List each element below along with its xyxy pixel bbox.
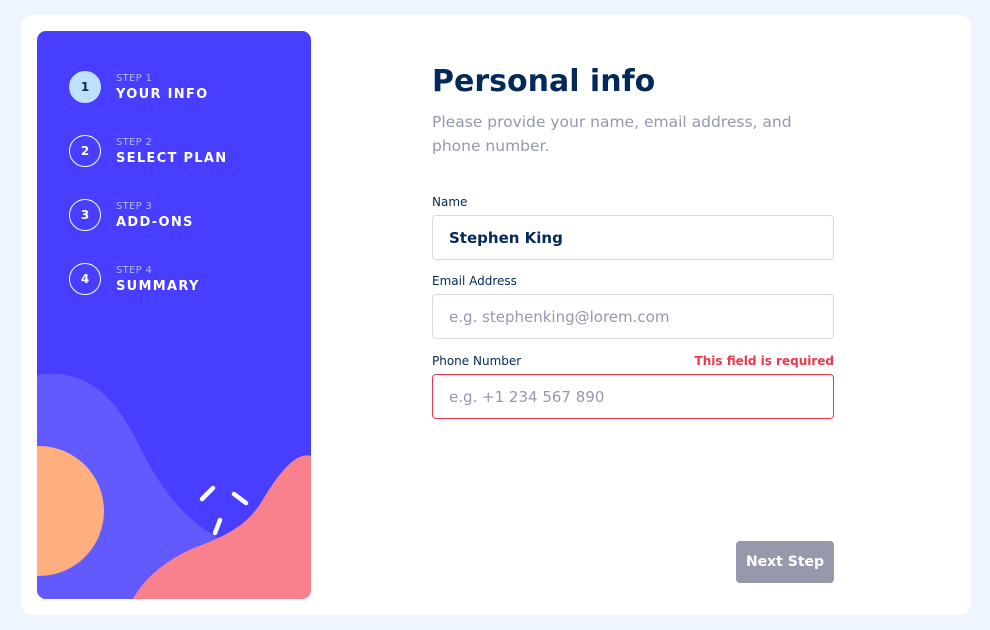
phone-error-message: This field is required: [694, 354, 834, 368]
step-caption: STEP 1: [116, 72, 153, 84]
step-title: YOUR INFO: [116, 86, 209, 102]
step-add-ons[interactable]: 3 STEP 3 ADD-ONS: [69, 199, 227, 231]
next-step-button[interactable]: Next Step: [736, 541, 834, 583]
page-title: Personal info: [432, 64, 656, 99]
page-subtitle: Please provide your name, email address,…: [432, 113, 792, 155]
step-title: SELECT PLAN: [116, 150, 228, 166]
step-number: 4: [69, 263, 101, 295]
email-field-group: Email Address: [432, 274, 834, 339]
phone-field-group: Phone Number This field is required: [432, 354, 834, 419]
step-summary[interactable]: 4 STEP 4 SUMMARY: [69, 263, 227, 295]
steps-sidebar: 1 STEP 1 YOUR INFO 2 STEP 2 SELECT PLAN …: [37, 31, 311, 599]
step-number: 2: [69, 135, 101, 167]
step-caption: STEP 2: [116, 136, 153, 148]
step-select-plan[interactable]: 2 STEP 2 SELECT PLAN: [69, 135, 227, 167]
phone-label: Phone Number: [432, 354, 522, 368]
phone-input[interactable]: [432, 374, 834, 419]
step-title: SUMMARY: [116, 278, 200, 294]
email-label: Email Address: [432, 274, 517, 288]
personal-info-form: Personal info Please provide your name, …: [432, 63, 834, 419]
step-number: 1: [69, 71, 101, 103]
step-caption: STEP 3: [116, 200, 153, 212]
form-card: 1 STEP 1 YOUR INFO 2 STEP 2 SELECT PLAN …: [21, 15, 971, 615]
step-number: 3: [69, 199, 101, 231]
name-label: Name: [432, 195, 468, 209]
steps-list: 1 STEP 1 YOUR INFO 2 STEP 2 SELECT PLAN …: [69, 71, 227, 327]
email-input[interactable]: [432, 294, 834, 339]
step-your-info[interactable]: 1 STEP 1 YOUR INFO: [69, 71, 227, 103]
step-title: ADD-ONS: [116, 214, 194, 230]
name-field-group: Name: [432, 195, 834, 260]
name-input[interactable]: [432, 215, 834, 260]
step-caption: STEP 4: [116, 264, 153, 276]
